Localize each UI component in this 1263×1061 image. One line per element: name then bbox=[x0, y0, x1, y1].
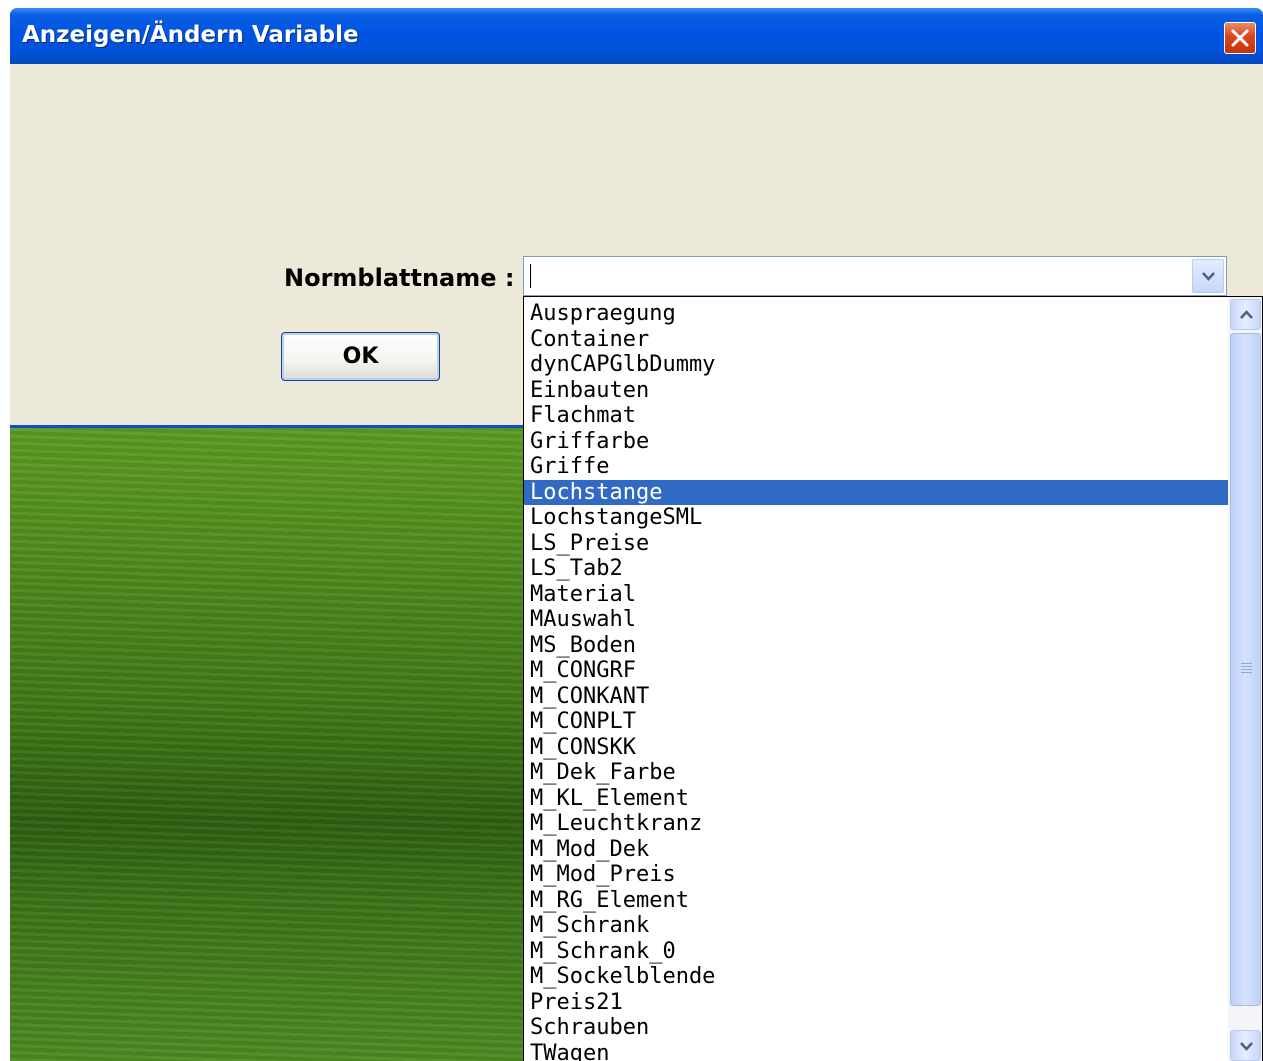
dropdown-item[interactable]: Container bbox=[524, 327, 1228, 353]
dropdown-item[interactable]: M_KL_Element bbox=[524, 786, 1228, 812]
dropdown-item[interactable]: LS_Tab2 bbox=[524, 556, 1228, 582]
dropdown-item[interactable]: M_Schrank_0 bbox=[524, 939, 1228, 965]
dropdown-item[interactable]: M_CONPLT bbox=[524, 709, 1228, 735]
dropdown-item[interactable]: Auspraegung bbox=[524, 301, 1228, 327]
scroll-down-button[interactable] bbox=[1230, 1030, 1261, 1061]
scroll-thumb[interactable] bbox=[1230, 333, 1261, 1006]
dropdown-item[interactable]: dynCAPGlbDummy bbox=[524, 352, 1228, 378]
chevron-up-icon bbox=[1240, 310, 1253, 319]
ok-button[interactable]: OK bbox=[281, 332, 440, 381]
dropdown-item[interactable]: Einbauten bbox=[524, 378, 1228, 404]
normblattname-combobox[interactable] bbox=[523, 256, 1227, 296]
dropdown-item[interactable]: M_CONKANT bbox=[524, 684, 1228, 710]
scroll-up-button[interactable] bbox=[1230, 299, 1261, 330]
dropdown-item[interactable]: LS_Preise bbox=[524, 531, 1228, 557]
normblattname-label: Normblattname : bbox=[284, 264, 515, 292]
chevron-down-icon bbox=[1202, 272, 1215, 281]
dropdown-item[interactable]: M_Dek_Farbe bbox=[524, 760, 1228, 786]
dropdown-item[interactable]: M_CONSKK bbox=[524, 735, 1228, 761]
dropdown-item[interactable]: TWagen bbox=[524, 1041, 1228, 1061]
text-caret bbox=[530, 264, 531, 288]
window-title: Anzeigen/Ändern Variable bbox=[22, 22, 359, 48]
title-bar[interactable]: Anzeigen/Ändern Variable bbox=[10, 8, 1263, 64]
dropdown-item[interactable]: Flachmat bbox=[524, 403, 1228, 429]
close-button[interactable] bbox=[1224, 22, 1256, 54]
dropdown-list[interactable]: Auspraegung Container dynCAPGlbDummy Einbau… bbox=[523, 296, 1263, 1061]
dropdown-item[interactable]: Griffe bbox=[524, 454, 1228, 480]
dropdown-item[interactable]: M_Schrank bbox=[524, 913, 1228, 939]
dropdown-item[interactable]: MS_Boden bbox=[524, 633, 1228, 659]
combo-dropdown-button[interactable] bbox=[1192, 259, 1224, 293]
dropdown-items: Auspraegung Container dynCAPGlbDummy Einbau… bbox=[524, 301, 1228, 1061]
dropdown-item[interactable]: Material bbox=[524, 582, 1228, 608]
dropdown-item[interactable]: M_CONGRF bbox=[524, 658, 1228, 684]
chevron-down-icon bbox=[1240, 1042, 1253, 1051]
dropdown-item[interactable]: LochstangeSML bbox=[524, 505, 1228, 531]
dropdown-item[interactable]: M_Mod_Preis bbox=[524, 862, 1228, 888]
dropdown-item[interactable]: M_RG_Element bbox=[524, 888, 1228, 914]
vertical-scrollbar[interactable] bbox=[1228, 297, 1262, 1061]
dropdown-item[interactable]: M_Mod_Dek bbox=[524, 837, 1228, 863]
dropdown-item[interactable]: Preis21 bbox=[524, 990, 1228, 1016]
dropdown-item[interactable]: M_Leuchtkranz bbox=[524, 811, 1228, 837]
dropdown-item[interactable]: Schrauben bbox=[524, 1015, 1228, 1041]
screen-edge bbox=[0, 0, 10, 1061]
dropdown-item[interactable]: M_Sockelblende bbox=[524, 964, 1228, 990]
scroll-grip bbox=[1241, 663, 1252, 675]
close-icon bbox=[1231, 29, 1249, 47]
dropdown-item[interactable]: Griffarbe bbox=[524, 429, 1228, 455]
dropdown-item[interactable]: MAuswahl bbox=[524, 607, 1228, 633]
dropdown-item[interactable]: Lochstange bbox=[524, 479, 1228, 505]
